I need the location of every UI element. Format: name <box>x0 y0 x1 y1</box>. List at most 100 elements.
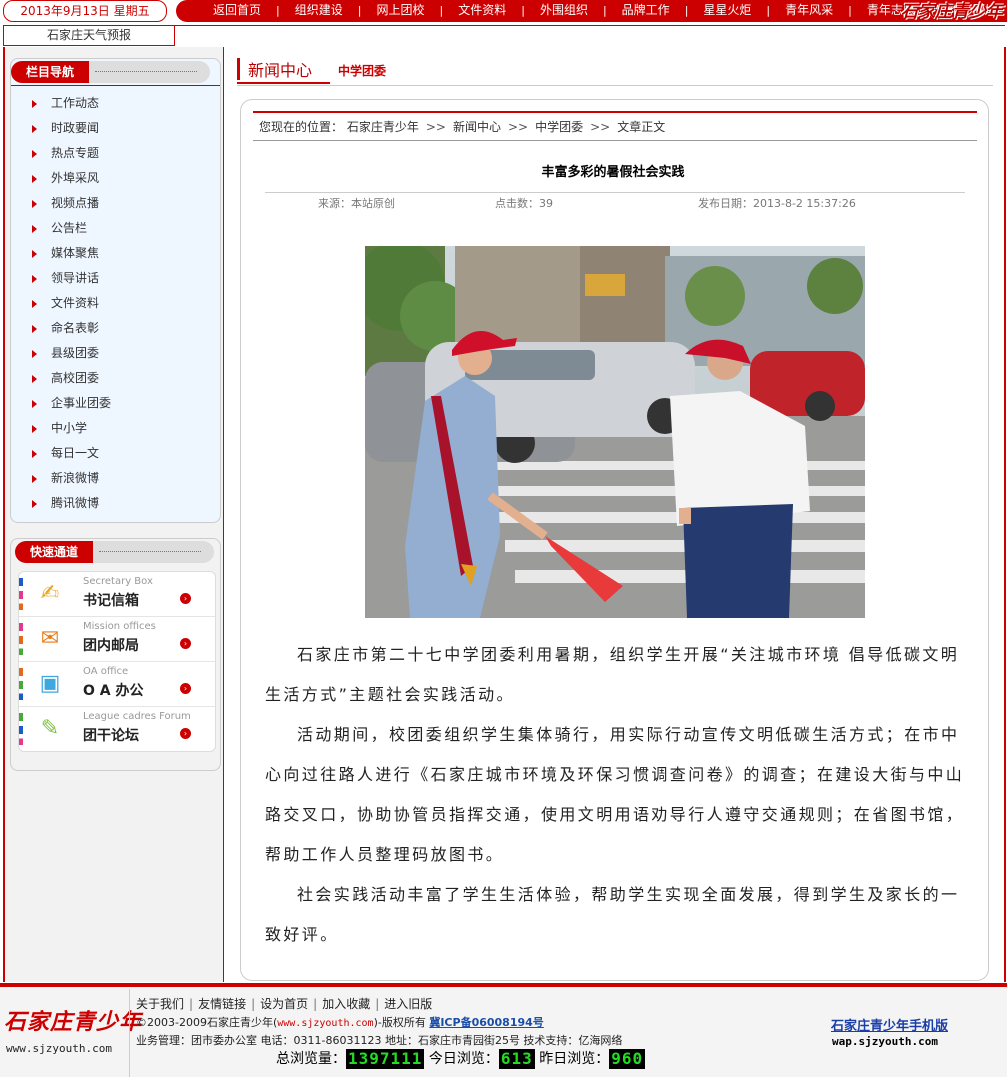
icp-license-link[interactable]: 冀ICP备06008194号 <box>429 1016 543 1029</box>
sidebar-nav-item[interactable]: 视频点播 <box>11 191 220 216</box>
breadcrumb-separator: >> <box>507 120 529 134</box>
nav-item[interactable]: 文件资料 <box>443 0 521 20</box>
footer-logo-url: www.sjzyouth.com <box>6 1042 112 1055</box>
sidebar-nav-item[interactable]: 腾讯微博 <box>11 491 220 516</box>
quick-access-en-label: League cadres Forum <box>83 711 191 722</box>
sidebar-nav-label: 高校团委 <box>51 371 100 385</box>
section-title[interactable]: 新闻中心 <box>248 57 312 81</box>
quick-access-item[interactable]: ✎ League cadres Forum 团干论坛 › <box>19 707 215 751</box>
quick-access-item[interactable]: ✍ Secretary Box 书记信箱 › <box>19 572 215 617</box>
sidebar-nav-item[interactable]: 外埠采风 <box>11 166 220 191</box>
header-underline <box>11 85 220 86</box>
sidebar-nav-label: 热点专题 <box>51 146 100 160</box>
sidebar-nav-label: 领导讲话 <box>51 271 100 285</box>
category-nav-list: 工作动态时政要闻热点专题外埠采风 视频点播 公告栏媒体聚焦领导讲话文件资料 命名表彰县… <box>11 91 220 516</box>
article-paragraph: 石家庄市第二十七中学团委利用暑期，组织学生开展“关注城市环境 倡导低碳文明生活方… <box>265 645 960 704</box>
nav-item[interactable]: 返回首页 <box>176 0 276 20</box>
sidebar-nav-item[interactable]: 文件资料 <box>11 291 220 316</box>
today-visits-label: 今日浏览： <box>428 1051 499 1067</box>
monitor-icon: ▣ <box>39 671 61 696</box>
footer-link[interactable]: 设为首页 <box>260 997 308 1011</box>
breadcrumb-item-category[interactable]: 中学团委 <box>535 120 583 134</box>
sidebar-nav-item[interactable]: 领导讲话 <box>11 266 220 291</box>
footer-link[interactable]: 进入旧版 <box>384 997 432 1011</box>
section-marker <box>237 58 240 80</box>
triangle-bullet-icon <box>32 200 37 208</box>
sidebar-nav-item[interactable]: 时政要闻 <box>11 116 220 141</box>
sidebar-nav-item[interactable]: 媒体聚焦 <box>11 241 220 266</box>
footer-logo: 石家庄青少年 <box>4 1009 143 1035</box>
article-paragraph: 社会实践活动丰富了学生生活体验，帮助学生实现全面发展，得到学生及家长的一致好评。 <box>265 885 960 944</box>
nav-item[interactable]: 网上团校 <box>361 0 439 20</box>
sidebar-nav-item[interactable]: 新浪微博 <box>11 466 220 491</box>
sidebar-nav-label: 企事业团委 <box>51 396 112 410</box>
sidebar-nav-item[interactable]: 每日一文 <box>11 441 220 466</box>
triangle-bullet-icon <box>32 325 37 333</box>
sidebar-nav-item[interactable]: 工作动态 <box>11 91 220 116</box>
quick-access-item[interactable]: ▣ OA office O A 办公 › <box>19 662 215 707</box>
footer-link-separator: | <box>313 997 318 1011</box>
nav-item[interactable]: 组织建设 <box>280 0 358 20</box>
nav-item[interactable]: 星星火炬 <box>688 0 766 20</box>
section-subtitle[interactable]: 中学团委 <box>338 62 386 79</box>
sidebar-nav-item[interactable]: 高校团委 <box>11 366 220 391</box>
sidebar-nav-label: 新浪微博 <box>51 471 100 485</box>
sidebar-nav-item[interactable]: 中小学 <box>11 416 220 441</box>
nav-item[interactable]: 青年风采 <box>770 0 848 20</box>
color-stripe <box>19 713 23 745</box>
quick-access-title: 快速通道 <box>15 541 93 563</box>
article-source: 来源：本站原创 <box>318 197 395 210</box>
breadcrumb-separator: >> <box>590 120 611 134</box>
triangle-bullet-icon <box>32 150 37 158</box>
section-header: 新闻中心 中学团委 <box>237 55 993 86</box>
quick-access-cn-label: 团内邮局 <box>83 638 139 654</box>
breadcrumb-item-home[interactable]: 石家庄青少年 <box>347 120 419 134</box>
breadcrumb-prefix: 您现在的位置： <box>259 120 344 134</box>
quick-access-header: 快速通道 <box>15 541 214 563</box>
header-logo[interactable]: 石家庄青少年 <box>853 0 1007 26</box>
footer-link-separator: | <box>251 997 256 1011</box>
color-stripe <box>19 578 23 610</box>
quick-access-item[interactable]: ✉ Mission offices 团内邮局 › <box>19 617 215 662</box>
article-date: 发布日期：2013-8-2 15:37:26 <box>698 197 856 210</box>
article-body: 石家庄市第二十七中学团委利用暑期，组织学生开展“关注城市环境 倡导低碳文明生活方… <box>265 635 967 955</box>
sidebar-nav-item[interactable]: 县级团委 <box>11 341 220 366</box>
dotted-divider <box>99 551 201 552</box>
category-nav-header: 栏目导航 <box>11 61 210 83</box>
footer-link[interactable]: 友情链接 <box>198 997 246 1011</box>
total-visits-label: 总浏览量： <box>276 1051 346 1067</box>
breadcrumb: 您现在的位置： 石家庄青少年 >> 新闻中心 >> 中学团委 >> 文章正文 <box>259 118 665 135</box>
nav-item[interactable]: 品牌工作 <box>607 0 685 20</box>
sidebar-nav-label: 媒体聚焦 <box>51 246 100 260</box>
article-paragraph: 活动期间，校团委组织学生集体骑行，用实际行动宣传文明低碳生活方式；在市中心向过往… <box>265 725 965 864</box>
triangle-bullet-icon <box>32 425 37 433</box>
weather-link[interactable]: 石家庄天气预报 <box>3 25 175 46</box>
breadcrumb-item-news[interactable]: 新闻中心 <box>453 120 501 134</box>
nav-item[interactable]: 外围组织 <box>525 0 603 20</box>
footer-link-separator: | <box>189 997 194 1011</box>
arrow-right-icon[interactable]: › <box>180 683 191 694</box>
mobile-version-link[interactable]: 石家庄青少年手机版 <box>831 1015 948 1034</box>
breadcrumb-top-line <box>253 111 977 113</box>
section-title-underline <box>237 82 330 84</box>
footer-link[interactable]: 关于我们 <box>136 997 184 1011</box>
sidebar-nav-item[interactable]: 命名表彰 <box>11 316 220 341</box>
sidebar-nav-item[interactable]: 公告栏 <box>11 216 220 241</box>
article-meta: 来源：本站原创 点击数：39 发布日期：2013-8-2 15:37:26 <box>265 195 965 211</box>
sidebar-nav-label: 时政要闻 <box>51 121 100 135</box>
quick-access-cn-label: O A 办公 <box>83 683 144 699</box>
footer-links: 关于我们 | 友情链接 | 设为首页 | 加入收藏 | 进入旧版 <box>136 995 432 1012</box>
sidebar-nav-item[interactable]: 热点专题 <box>11 141 220 166</box>
arrow-right-icon[interactable]: › <box>180 593 191 604</box>
sidebar-nav-item[interactable]: 企事业团委 <box>11 391 220 416</box>
yesterday-visits-label: 昨日浏览： <box>539 1051 610 1067</box>
arrow-right-icon[interactable]: › <box>180 728 191 739</box>
triangle-bullet-icon <box>32 225 37 233</box>
category-nav-title: 栏目导航 <box>11 61 89 83</box>
footer-link[interactable]: 加入收藏 <box>322 997 370 1011</box>
visit-stats: 总浏览量： 1397111 今日浏览： 613 昨日浏览： 960 <box>276 1048 646 1070</box>
arrow-right-icon[interactable]: › <box>180 638 191 649</box>
article-photo <box>365 246 865 618</box>
header-bar <box>93 541 214 563</box>
sidebar-nav-label: 每日一文 <box>51 446 100 460</box>
